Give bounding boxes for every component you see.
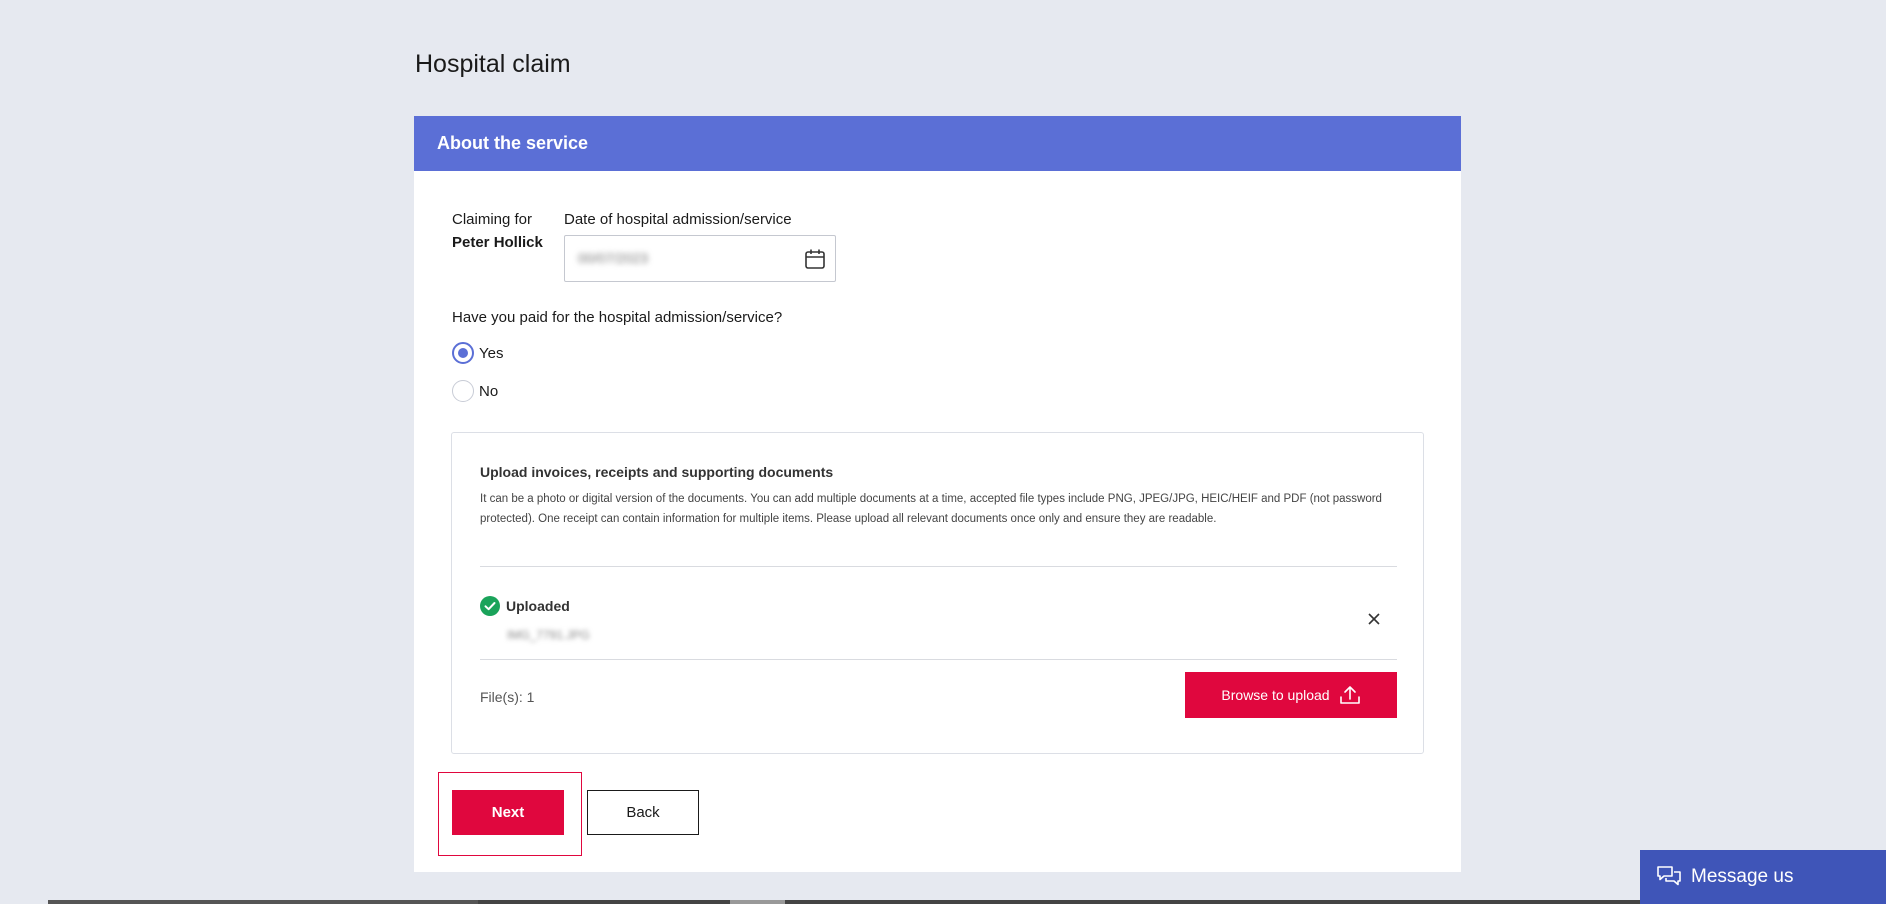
calendar-icon[interactable]	[804, 248, 826, 270]
claiming-for: Claiming for Peter Hollick	[452, 211, 543, 251]
message-us-button[interactable]: Message us	[1640, 850, 1886, 904]
chat-icon	[1657, 866, 1681, 886]
section-header: About the service	[414, 116, 1461, 171]
next-button[interactable]: Next	[452, 790, 564, 835]
browse-upload-button[interactable]: Browse to upload	[1185, 672, 1397, 718]
date-value: 00/07/2023	[578, 250, 649, 266]
upload-description: It can be a photo or digital version of …	[480, 493, 1382, 525]
uploaded-file-name: IMG_7791.JPG	[507, 628, 590, 642]
back-button[interactable]: Back	[587, 790, 699, 835]
divider	[480, 566, 1397, 567]
radio-yes-label: Yes	[479, 344, 504, 362]
upload-status: Uploaded	[480, 596, 570, 616]
radio-no-label: No	[479, 382, 499, 400]
uploaded-label: Uploaded	[506, 598, 570, 614]
date-input[interactable]: 00/07/2023	[564, 235, 836, 282]
upload-icon	[1339, 686, 1360, 704]
browse-upload-label: Browse to upload	[1221, 687, 1330, 703]
claiming-for-label: Claiming for	[452, 211, 533, 228]
radio-no[interactable]: No	[452, 380, 498, 402]
page-title: Hospital claim	[415, 50, 571, 78]
radio-yes-circle[interactable]	[452, 342, 474, 364]
taskbar-segment	[730, 900, 785, 904]
taskbar-segment	[478, 900, 1640, 904]
files-count: File(s): 1	[480, 689, 535, 705]
taskbar-segment	[48, 900, 478, 904]
date-label: Date of hospital admission/service	[564, 211, 792, 228]
check-circle-icon	[480, 596, 500, 616]
divider	[480, 659, 1397, 660]
claimant-name: Peter Hollick	[452, 234, 543, 251]
radio-no-circle[interactable]	[452, 380, 474, 402]
close-icon[interactable]	[1366, 611, 1382, 627]
message-us-label: Message us	[1691, 866, 1794, 887]
paid-question: Have you paid for the hospital admission…	[452, 309, 783, 326]
upload-title: Upload invoices, receipts and supporting…	[480, 464, 834, 480]
upload-panel: Upload invoices, receipts and supporting…	[451, 432, 1424, 754]
date-field-group: Date of hospital admission/service 00/07…	[564, 211, 836, 282]
radio-yes[interactable]: Yes	[452, 342, 503, 364]
service-card: About the service Claiming for Peter Hol…	[414, 116, 1461, 872]
